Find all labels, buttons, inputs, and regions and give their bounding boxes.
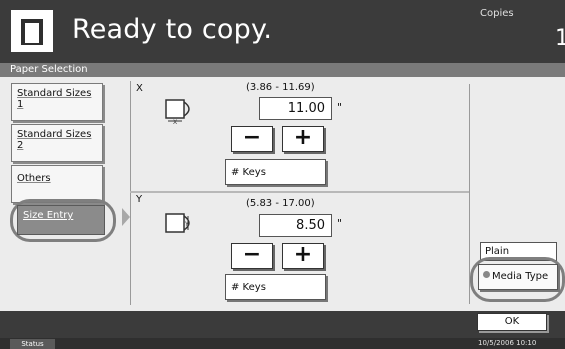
ok-button[interactable]: OK (477, 313, 547, 331)
x-plus-button[interactable]: + (282, 126, 324, 152)
datetime: 10/5/2006 10:10 (478, 339, 537, 347)
section-title: Paper Selection (10, 64, 88, 75)
x-value-field[interactable]: 11.00 (259, 97, 332, 120)
media-type-button[interactable]: Media Type (478, 264, 558, 290)
y-keys-button[interactable]: # Keys (225, 274, 326, 300)
y-axis-label: Y (136, 194, 143, 205)
svg-text:X: X (173, 119, 177, 124)
y-plus-button[interactable]: + (282, 243, 324, 269)
section-divider (130, 191, 470, 193)
svg-text:Y: Y (184, 221, 189, 228)
standard-sizes-1-button[interactable]: Standard Sizes 1 (11, 83, 103, 121)
paper-width-icon: X (165, 99, 190, 124)
section-bar: Paper Selection (0, 63, 565, 77)
size-entry-button[interactable]: Size Entry (17, 205, 105, 235)
x-range: (3.86 - 11.69) (246, 82, 315, 93)
status-button[interactable]: Status (10, 339, 55, 349)
paper-length-icon: Y (165, 213, 190, 233)
y-value-field[interactable]: 8.50 (259, 214, 332, 237)
copies-count: 1 (555, 26, 565, 51)
x-unit: " (337, 101, 343, 114)
x-keys-button[interactable]: # Keys (225, 159, 326, 185)
indicator-dot-icon (483, 271, 490, 278)
status-message: Ready to copy. (72, 14, 273, 45)
media-type-label: Media Type (492, 271, 549, 282)
document-icon (11, 10, 53, 52)
standard-sizes-2-button[interactable]: Standard Sizes 2 (11, 124, 103, 162)
x-minus-button[interactable]: − (231, 126, 273, 152)
y-unit: " (337, 217, 343, 230)
y-minus-button[interactable]: − (231, 243, 273, 269)
copies-label: Copies (480, 8, 514, 19)
selection-arrow-icon (122, 208, 130, 226)
y-range: (5.83 - 17.00) (246, 198, 315, 209)
x-axis-label: X (136, 83, 143, 94)
others-button[interactable]: Others (11, 165, 103, 203)
